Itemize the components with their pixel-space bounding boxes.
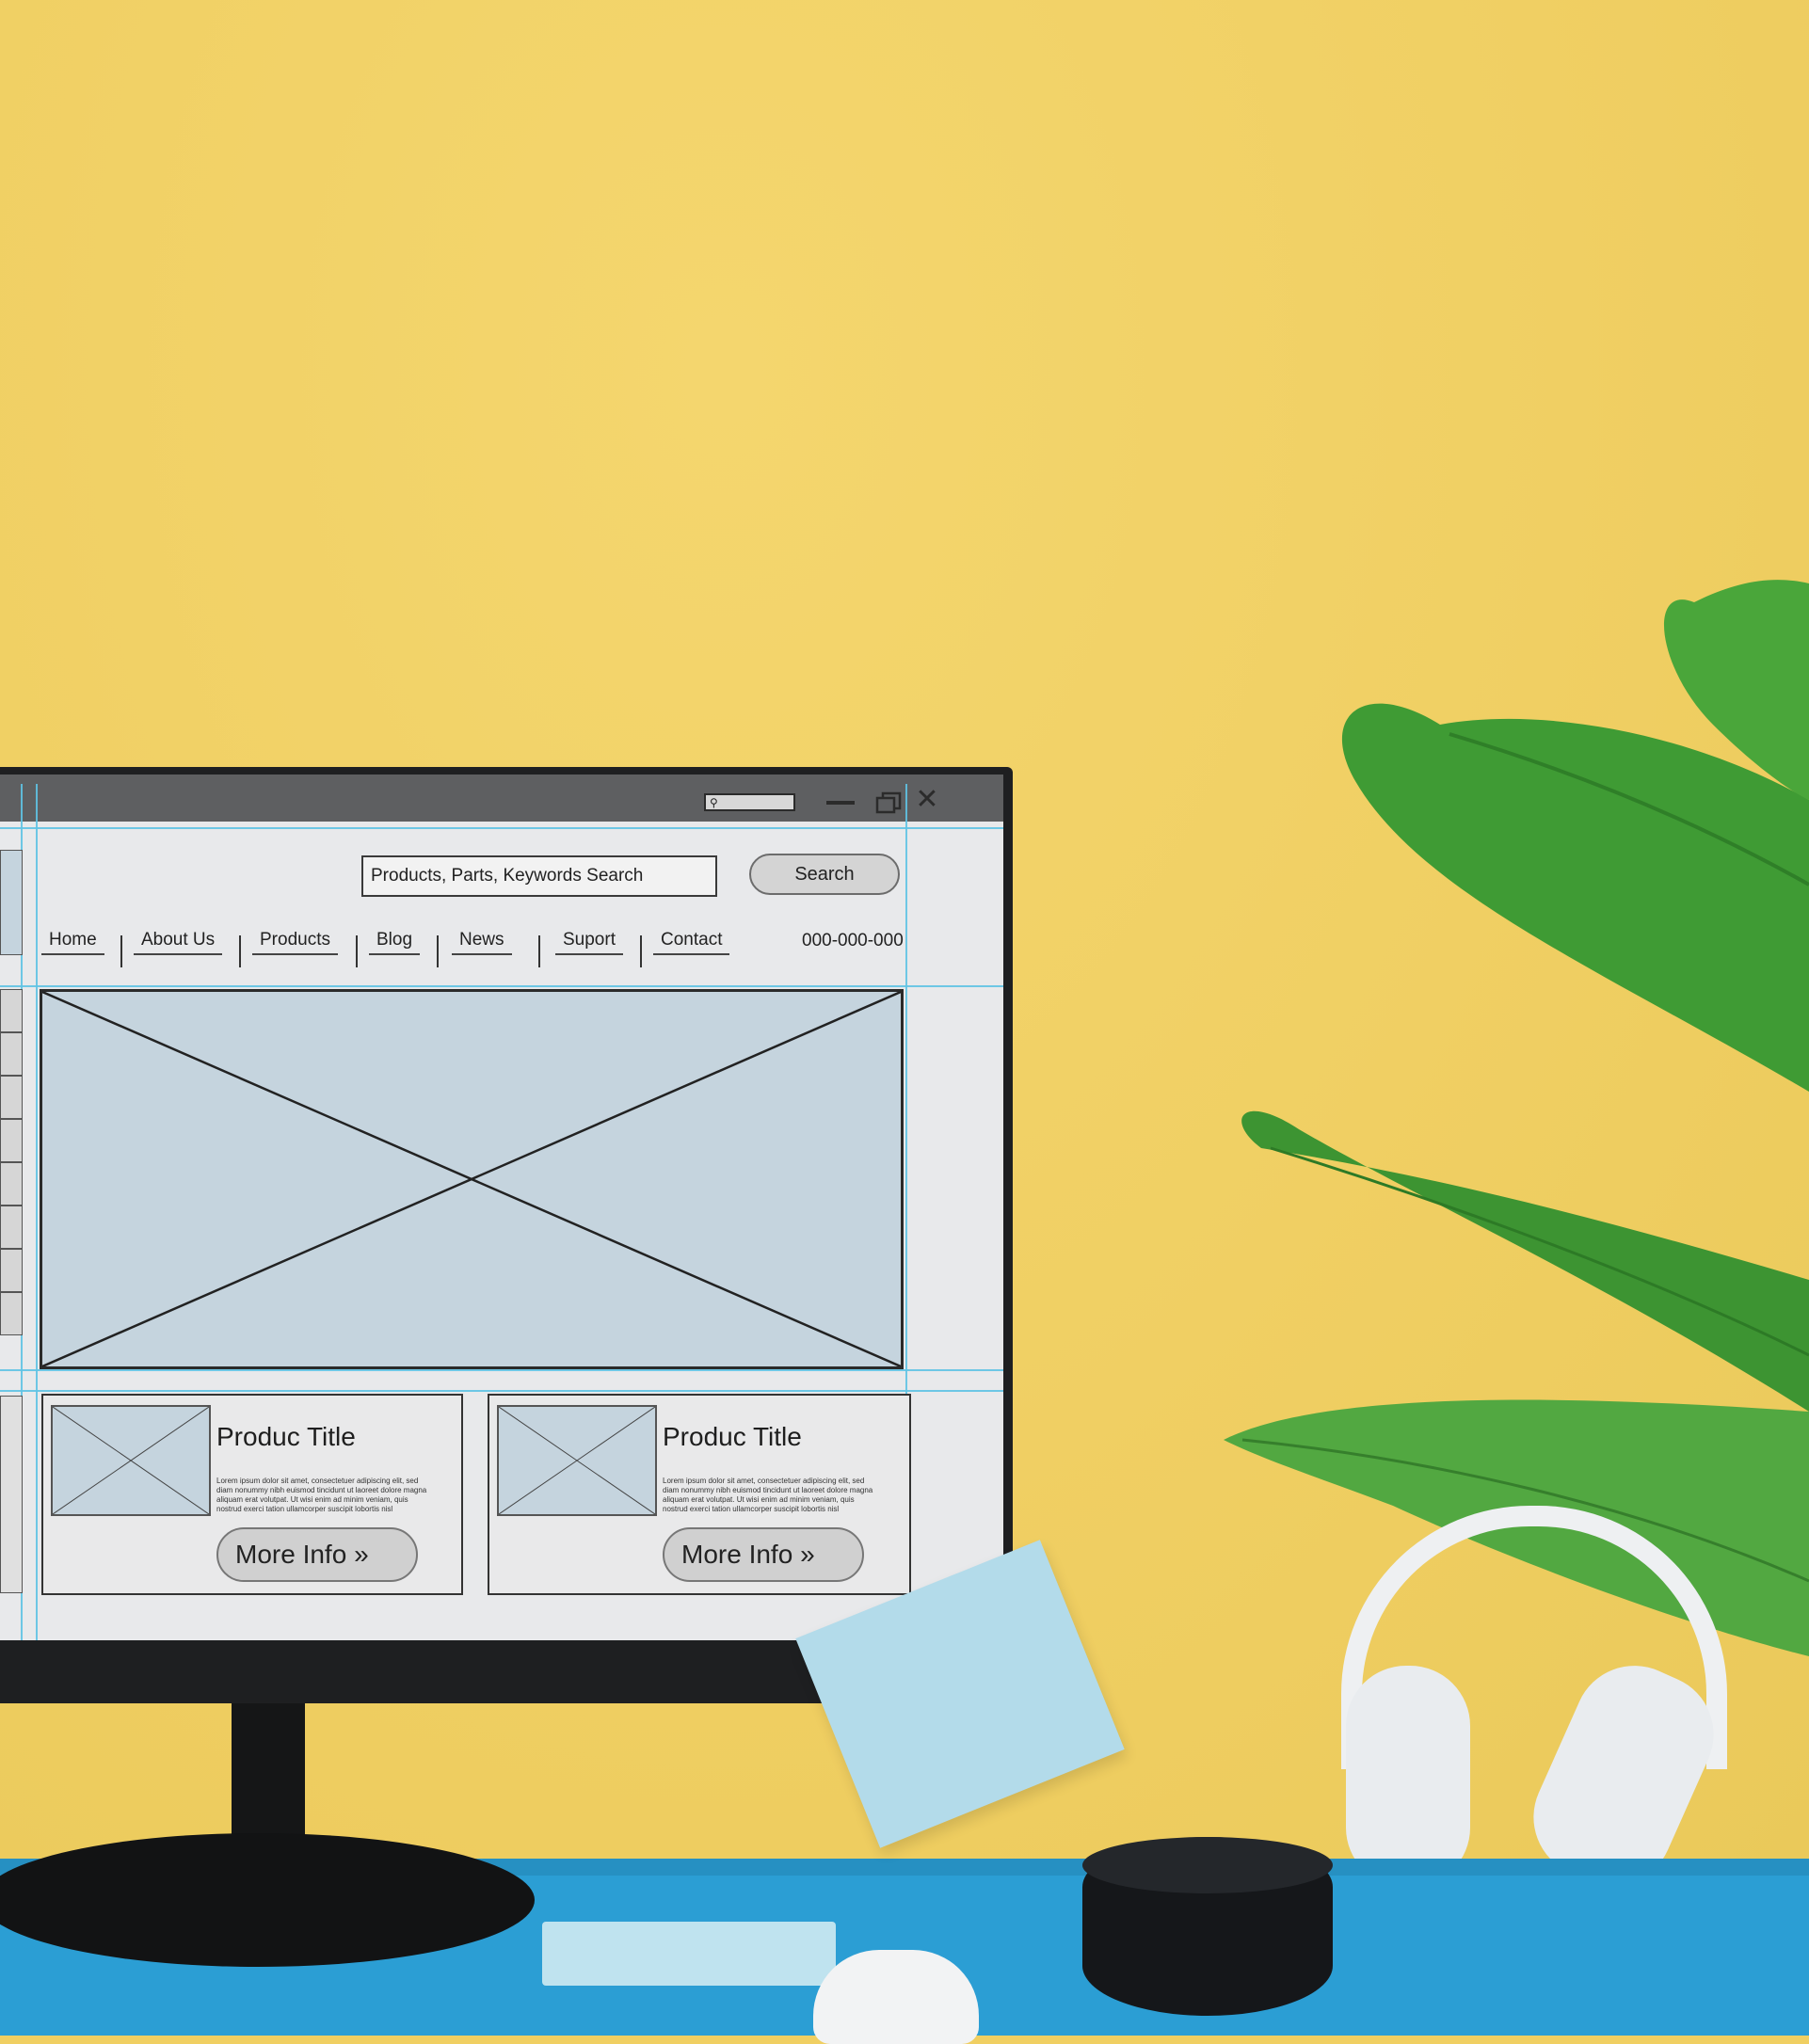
left-thumb bbox=[0, 850, 23, 955]
nav-news[interactable]: News bbox=[452, 930, 512, 955]
layout-guide bbox=[36, 784, 38, 1640]
close-icon[interactable]: ✕ bbox=[915, 786, 939, 814]
nav-divider bbox=[356, 935, 358, 967]
left-list-item[interactable] bbox=[0, 1076, 23, 1119]
layout-guide bbox=[0, 827, 1003, 829]
nav-divider bbox=[538, 935, 540, 967]
left-card-cutoff bbox=[0, 1396, 23, 1593]
image-placeholder-icon bbox=[498, 1406, 656, 1515]
nav-products[interactable]: Products bbox=[252, 930, 338, 955]
product-title: Produc Title bbox=[216, 1422, 356, 1451]
layout-guide bbox=[0, 985, 1003, 987]
image-placeholder-icon bbox=[41, 990, 902, 1368]
more-info-button[interactable]: More Info » bbox=[216, 1527, 418, 1582]
search-icon: ⚲ bbox=[710, 796, 718, 809]
plant bbox=[1224, 580, 1809, 1656]
product-thumbnail bbox=[497, 1405, 657, 1516]
left-list-item[interactable] bbox=[0, 1162, 23, 1206]
left-list-item[interactable] bbox=[0, 1206, 23, 1249]
left-list-item[interactable] bbox=[0, 1292, 23, 1335]
phone-number: 000-000-000 bbox=[802, 931, 904, 950]
computer-mouse bbox=[813, 1950, 979, 2044]
more-info-label: More Info bbox=[681, 1540, 793, 1569]
nav-divider bbox=[640, 935, 642, 967]
more-info-label: More Info bbox=[235, 1540, 347, 1569]
headphones-left-cup bbox=[1346, 1666, 1470, 1888]
product-thumbnail bbox=[51, 1405, 211, 1516]
product-card: Produc Title Lorem ipsum dolor sit amet,… bbox=[41, 1394, 463, 1595]
left-list-item[interactable] bbox=[0, 1032, 23, 1076]
hero-image-placeholder bbox=[40, 989, 904, 1369]
titlebar-search-box[interactable]: ⚲ bbox=[704, 793, 795, 811]
window-title-bar: ⚲ ✕ bbox=[0, 774, 1003, 822]
layout-guide bbox=[0, 1390, 1003, 1392]
nav-divider bbox=[437, 935, 439, 967]
minimize-icon[interactable] bbox=[826, 801, 855, 805]
nav-contact[interactable]: Contact bbox=[653, 930, 730, 955]
product-description: Lorem ipsum dolor sit amet, consectetuer… bbox=[216, 1477, 427, 1513]
nav-divider bbox=[120, 935, 122, 967]
left-list-item[interactable] bbox=[0, 989, 23, 1032]
maximize-icon[interactable] bbox=[875, 791, 902, 814]
search-button[interactable]: Search bbox=[749, 854, 900, 895]
nav-home[interactable]: Home bbox=[41, 930, 104, 955]
image-placeholder-icon bbox=[52, 1406, 210, 1515]
more-info-button[interactable]: More Info » bbox=[663, 1527, 864, 1582]
search-input[interactable]: Products, Parts, Keywords Search bbox=[361, 855, 717, 897]
nav-divider bbox=[239, 935, 241, 967]
monitor-screen: ⚲ ✕ Products, Parts, Keywords Search Sea… bbox=[0, 774, 1003, 1640]
left-list-item[interactable] bbox=[0, 1249, 23, 1292]
left-sidebar-cutoff bbox=[0, 850, 23, 1593]
mesh-pen-cup-rim bbox=[1082, 1837, 1333, 1893]
nav-blog[interactable]: Blog bbox=[369, 930, 421, 955]
double-chevron-right-icon: » bbox=[354, 1540, 369, 1569]
product-card: Produc Title Lorem ipsum dolor sit amet,… bbox=[488, 1394, 911, 1595]
sticky-note-pad bbox=[542, 1922, 836, 1986]
product-title: Produc Title bbox=[663, 1422, 802, 1451]
product-description: Lorem ipsum dolor sit amet, consectetuer… bbox=[663, 1477, 873, 1513]
main-nav: Home About Us Products Blog News Suport … bbox=[38, 930, 904, 977]
double-chevron-right-icon: » bbox=[800, 1540, 815, 1569]
left-list-item[interactable] bbox=[0, 1119, 23, 1162]
monitor-stand-base bbox=[0, 1833, 535, 1967]
nav-about-us[interactable]: About Us bbox=[134, 930, 223, 955]
nav-suport[interactable]: Suport bbox=[555, 930, 623, 955]
